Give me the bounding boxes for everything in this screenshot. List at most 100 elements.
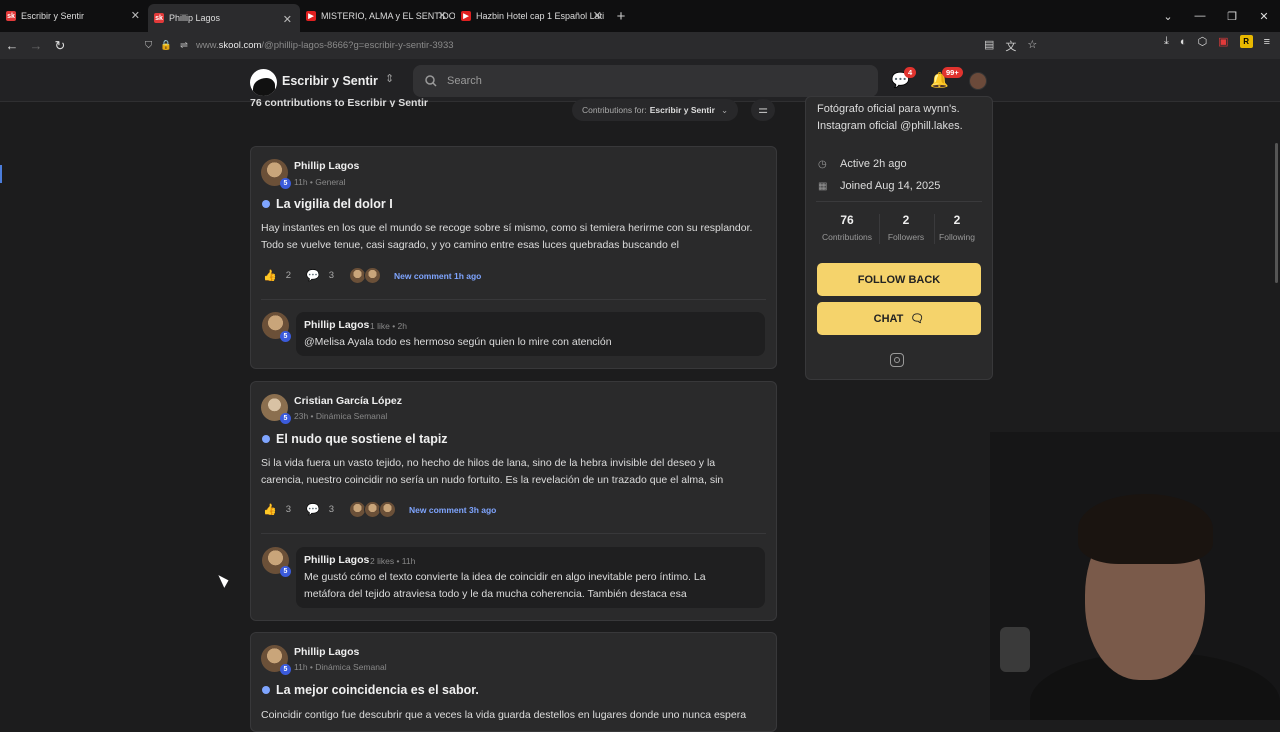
comment-icon[interactable]: 💬 <box>306 503 320 516</box>
tab-escribir[interactable]: sk Escribir y Sentir ✕ <box>0 0 148 32</box>
browser-toolbar: ← → ↻ ⛉ 🔒 ⇌ www. skool.com/@phillip-lagos… <box>0 32 1280 59</box>
post-author[interactable]: Cristian García López <box>294 395 402 407</box>
post-card[interactable]: 5 Cristian García López 23h • Dinámica S… <box>250 381 777 621</box>
post-body[interactable]: Hay instantes en los que el mundo se rec… <box>261 220 756 254</box>
extensions-puzzle-icon[interactable]: ⬡ <box>1198 35 1208 48</box>
chevron-down-icon: ⌄ <box>720 104 729 115</box>
like-count: 2 <box>285 270 291 281</box>
tab-label: Escribir y Sentir <box>21 11 85 21</box>
divider <box>261 299 766 300</box>
active-text: Active 2h ago <box>840 158 907 170</box>
permissions-icon[interactable]: ⇌ <box>180 40 188 51</box>
level-badge: 5 <box>280 178 291 189</box>
new-comment-link[interactable]: New comment 1h ago <box>394 271 481 281</box>
translate-icon[interactable]: 文 <box>1005 38 1016 54</box>
post-title[interactable]: La vigilia del dolor I <box>262 197 393 211</box>
url-path: /@phillip-lagos-8666?g=escribir-y-sentir… <box>261 40 454 51</box>
post-author[interactable]: Phillip Lagos <box>294 160 359 172</box>
post-title[interactable]: La mejor coincidencia es el sabor. <box>262 683 479 697</box>
extension-red-icon[interactable]: ▣ <box>1218 35 1228 48</box>
url-prefix: www. <box>195 40 219 51</box>
post-meta: 11h • General <box>294 177 346 187</box>
contributions-filter[interactable]: Contributions for: Escribir y Sentir ⌄ <box>572 99 739 121</box>
forward-icon[interactable]: → <box>24 38 48 53</box>
restore-button[interactable]: ❐ <box>1216 10 1248 23</box>
settings-sliders-button[interactable]: ⚌ <box>751 99 775 121</box>
browser-tab-bar: sk Escribir y Sentir ✕ sk Phillip Lagos … <box>0 0 1280 32</box>
community-name[interactable]: Escribir y Sentir <box>282 74 378 88</box>
microphone-icon <box>1000 627 1030 672</box>
filter-label: Contributions for: <box>582 105 647 115</box>
close-tab-icon[interactable]: ✕ <box>283 13 292 26</box>
close-tab-icon[interactable]: ✕ <box>593 9 602 22</box>
close-tab-icon[interactable]: ✕ <box>131 9 140 22</box>
comment-bubble[interactable]: Phillip Lagos 1 like • 2h @Melisa Ayala … <box>296 312 765 356</box>
chat-button[interactable]: CHAT 🗨 <box>817 302 981 335</box>
commenter-avatar <box>379 501 396 518</box>
extension-icon[interactable]: ◐ <box>1180 36 1187 48</box>
tab-list-icon[interactable]: ⌄ <box>1152 10 1184 23</box>
webcam-overlay <box>990 432 1280 720</box>
downloads-icon[interactable]: ⤓ <box>1164 35 1169 48</box>
post-card[interactable]: 5 Phillip Lagos 11h • General La vigilia… <box>250 146 777 369</box>
tab-misterio[interactable]: ▶ MISTERIO, ALMA y EL SENTIDO ✕ <box>300 0 455 32</box>
comment-text: Me gustó cómo el texto convierte la idea… <box>304 571 706 600</box>
joined-date: ▦ Joined Aug 14, 2025 <box>818 180 940 192</box>
close-window-button[interactable]: ✕ <box>1248 10 1280 23</box>
like-count: 3 <box>285 504 291 515</box>
divider <box>816 201 982 202</box>
commenter-avatar <box>364 267 381 284</box>
search-input[interactable]: Search <box>413 65 878 97</box>
level-badge: 5 <box>280 664 291 675</box>
comment-icon[interactable]: 💬 <box>306 269 320 282</box>
extension-r-icon[interactable]: R <box>1239 35 1253 48</box>
profile-bio: Fotógrafo oficial para wynn's. Instagram… <box>817 101 963 135</box>
post-body[interactable]: Coincidir contigo fue descubrir que a ve… <box>261 707 771 724</box>
address-bar[interactable]: ⛉ 🔒 ⇌ www. skool.com/@phillip-lagos-8666?… <box>145 35 1045 56</box>
close-tab-icon[interactable]: ✕ <box>438 9 447 22</box>
stat-label: Following <box>939 232 975 242</box>
post-title[interactable]: El nudo que sostiene el tapiz <box>262 432 448 446</box>
notification-badge: 99+ <box>942 67 963 78</box>
post-author[interactable]: Phillip Lagos <box>294 646 359 658</box>
toolbar-extensions: ⤓ ◐ ⬡ ▣ R ≡ <box>1164 35 1270 48</box>
calendar-icon: ▦ <box>818 180 828 192</box>
shield-icon[interactable]: ⛉ <box>145 40 152 51</box>
like-icon[interactable]: 👍 <box>263 503 277 516</box>
menu-icon[interactable]: ≡ <box>1264 36 1270 48</box>
mouse-cursor-icon <box>218 572 231 588</box>
comment-meta: 1 like • 2h <box>370 321 407 331</box>
user-avatar[interactable] <box>969 72 987 90</box>
minimize-button[interactable]: — <box>1184 10 1216 22</box>
lock-icon[interactable]: 🔒 <box>160 40 172 51</box>
comment-bubble[interactable]: Phillip Lagos 2 likes • 11h Me gustó cóm… <box>296 547 765 608</box>
comment-count: 3 <box>328 270 334 281</box>
bookmark-star-icon[interactable]: ☆ <box>1027 38 1037 54</box>
reader-view-icon[interactable]: ▤ <box>984 38 994 54</box>
community-switch-icon[interactable]: ⇕ <box>385 72 394 85</box>
community-logo[interactable] <box>250 69 277 96</box>
site-header: Escribir y Sentir ⇕ Search 💬 4 🔔 99+ <box>0 59 1280 102</box>
tab-phillip-lagos[interactable]: sk Phillip Lagos ✕ <box>148 4 300 32</box>
like-icon[interactable]: 👍 <box>263 269 277 282</box>
comment-author[interactable]: Phillip Lagos <box>304 319 369 331</box>
stat-following[interactable]: 2 Following <box>927 213 987 242</box>
new-comment-link[interactable]: New comment 3h ago <box>409 505 496 515</box>
stat-contributions[interactable]: 76 Contributions <box>817 213 877 242</box>
search-placeholder: Search <box>447 75 482 87</box>
post-body[interactable]: Si la vida fuera un vasto tejido, no hec… <box>261 455 756 489</box>
instagram-icon[interactable] <box>890 353 904 367</box>
page-scrollbar[interactable] <box>1275 143 1278 283</box>
tab-hazbin[interactable]: ▶ Hazbin Hotel cap 1 Español Lati ✕ <box>455 0 610 32</box>
left-edge-marker <box>0 165 2 183</box>
comment-author[interactable]: Phillip Lagos <box>304 554 369 566</box>
post-card[interactable]: 5 Phillip Lagos 11h • Dinámica Semanal L… <box>250 632 777 732</box>
follow-back-button[interactable]: FOLLOW BACK <box>817 263 981 296</box>
back-icon[interactable]: ← <box>0 38 24 53</box>
comment-count: 3 <box>328 504 334 515</box>
reload-icon[interactable]: ↻ <box>48 38 72 54</box>
new-tab-button[interactable]: + <box>610 8 632 25</box>
chat-badge: 4 <box>904 67 917 78</box>
active-status: ◷ Active 2h ago <box>818 158 907 170</box>
stat-number: 76 <box>840 213 854 227</box>
